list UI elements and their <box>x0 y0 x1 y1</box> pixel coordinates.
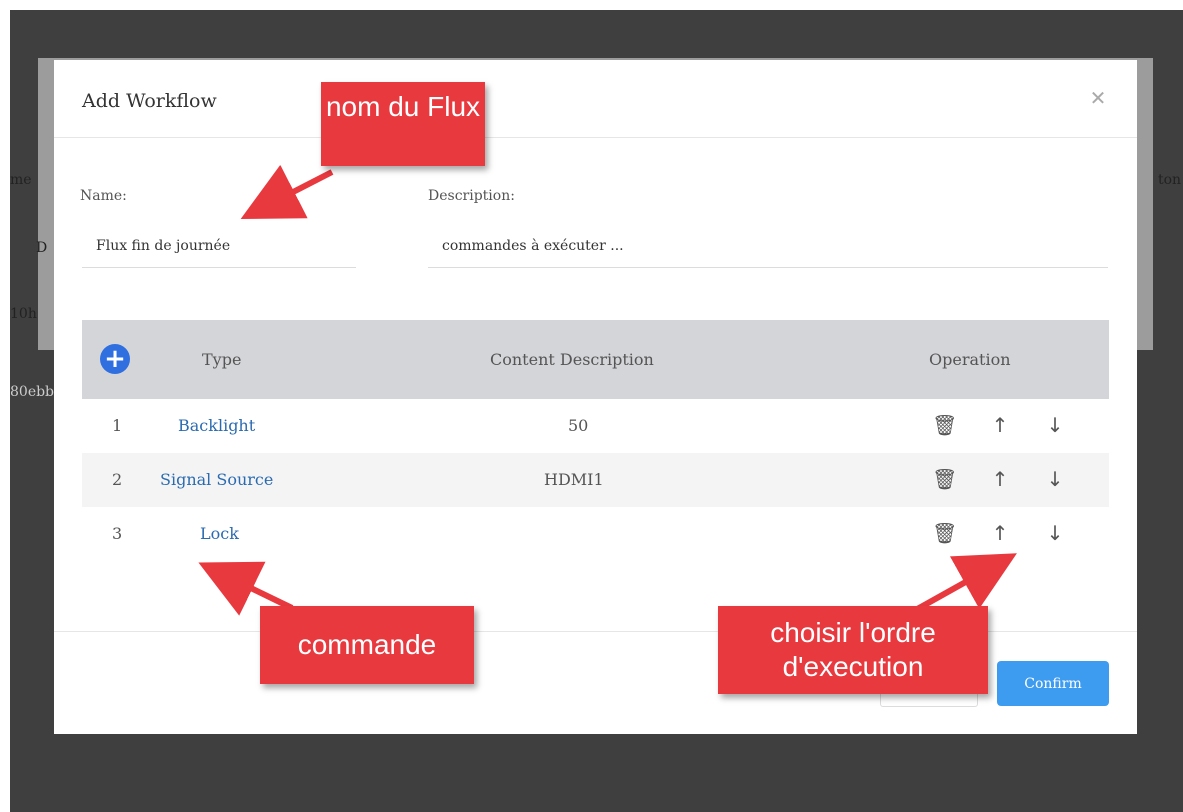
workflow-commands-table: + Type Content Description Operation 1 B… <box>82 320 1109 561</box>
background-fragment: 10h <box>10 306 37 322</box>
trash-icon[interactable]: 🗑 <box>932 412 957 438</box>
name-callout: nom du Flux <box>321 82 485 166</box>
dialog-header: Add Workflow ✕ <box>54 60 1137 138</box>
background-fragment: ton <box>1158 172 1182 188</box>
row-content: HDMI1 <box>544 470 604 489</box>
description-label: Description: <box>428 188 515 204</box>
arrow-up-icon[interactable]: ↑ <box>988 520 1012 546</box>
arrow-down-icon[interactable]: ↓ <box>1043 520 1067 546</box>
command-callout: commande <box>260 606 474 684</box>
order-callout: choisir l'ordre d'execution <box>718 606 988 694</box>
trash-icon[interactable]: 🗑 <box>932 520 957 546</box>
row-type-link[interactable]: Signal Source <box>160 470 273 489</box>
row-index: 2 <box>112 470 123 489</box>
row-type-link[interactable]: Backlight <box>178 416 255 435</box>
column-header-content: Content Description <box>490 350 654 369</box>
add-command-icon[interactable]: + <box>100 344 130 374</box>
table-row: 2 Signal Source HDMI1 🗑 ↑ ↓ <box>82 453 1109 507</box>
column-header-type: Type <box>202 350 242 369</box>
table-row: 3 Lock 🗑 ↑ ↓ <box>82 507 1109 561</box>
arrow-down-icon[interactable]: ↓ <box>1043 412 1067 438</box>
close-icon[interactable]: ✕ <box>1086 86 1110 110</box>
column-header-operation: Operation <box>929 350 1011 369</box>
background-fragment: D <box>36 240 48 256</box>
dialog-title: Add Workflow <box>82 90 217 112</box>
row-content: 50 <box>568 416 589 435</box>
trash-icon[interactable]: 🗑 <box>932 466 957 492</box>
background-fragment: 80ebb <box>10 384 55 400</box>
background-fragment: me <box>10 172 32 188</box>
arrow-up-icon[interactable]: ↑ <box>988 466 1012 492</box>
row-index: 1 <box>112 416 123 435</box>
arrow-up-icon[interactable]: ↑ <box>988 412 1012 438</box>
name-label: Name: <box>80 188 127 204</box>
table-row: 1 Backlight 50 🗑 ↑ ↓ <box>82 399 1109 453</box>
row-type-link[interactable]: Lock <box>200 524 239 543</box>
confirm-button[interactable]: Confirm <box>997 661 1109 706</box>
arrow-down-icon[interactable]: ↓ <box>1043 466 1067 492</box>
name-input[interactable] <box>82 224 356 268</box>
description-input[interactable] <box>428 224 1108 268</box>
row-index: 3 <box>112 524 123 543</box>
table-header: + Type Content Description Operation <box>82 320 1109 399</box>
